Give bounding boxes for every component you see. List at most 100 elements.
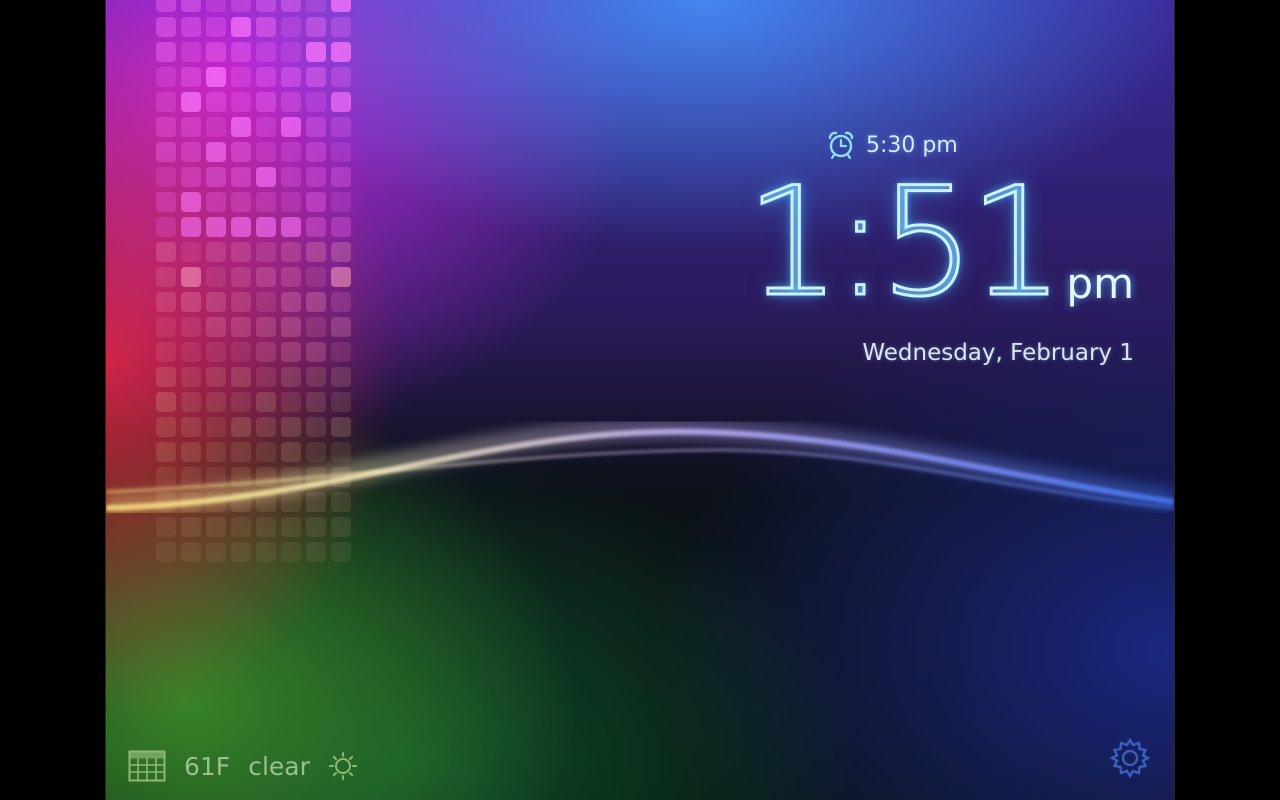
equalizer-tile xyxy=(281,192,301,212)
equalizer-tile xyxy=(306,17,326,37)
gear-icon[interactable] xyxy=(1108,736,1152,780)
clock-ampm: pm xyxy=(1066,259,1134,308)
equalizer-tile xyxy=(281,92,301,112)
equalizer-tile xyxy=(256,342,276,362)
equalizer-tile xyxy=(281,267,301,287)
equalizer-tile xyxy=(256,67,276,87)
equalizer-tile xyxy=(231,242,251,262)
equalizer-tile xyxy=(331,0,351,12)
equalizer-tile xyxy=(181,342,201,362)
equalizer-tile xyxy=(181,167,201,187)
equalizer-tile xyxy=(206,317,226,337)
equalizer-tile xyxy=(156,342,176,362)
weather-condition: clear xyxy=(248,751,310,781)
equalizer-tile xyxy=(331,342,351,362)
equalizer-tile xyxy=(231,217,251,237)
equalizer-tile xyxy=(306,167,326,187)
alarm-time: 5:30 pm xyxy=(866,132,958,158)
equalizer-tile xyxy=(206,67,226,87)
equalizer-tile xyxy=(281,0,301,12)
equalizer-tile xyxy=(331,192,351,212)
equalizer-tile xyxy=(181,0,201,12)
equalizer-tile xyxy=(181,92,201,112)
equalizer-tile xyxy=(206,42,226,62)
equalizer-tile xyxy=(281,117,301,137)
equalizer-tile xyxy=(231,342,251,362)
equalizer-tile xyxy=(156,192,176,212)
equalizer-tile xyxy=(231,117,251,137)
equalizer-tile xyxy=(206,342,226,362)
weather-bar: 61F clear xyxy=(128,750,358,782)
equalizer-tile xyxy=(156,217,176,237)
equalizer-tile xyxy=(181,242,201,262)
equalizer-tile xyxy=(181,292,201,312)
equalizer-tile xyxy=(331,217,351,237)
clock-screen: 5:30 pm 1:51 pm Wednesday, February 1 61… xyxy=(105,0,1175,800)
clock-time: 1:51 xyxy=(744,156,1066,330)
equalizer-tile xyxy=(231,42,251,62)
light-wave xyxy=(106,418,1174,516)
equalizer-tile xyxy=(281,142,301,162)
equalizer-tile xyxy=(256,142,276,162)
equalizer-tile xyxy=(331,317,351,337)
equalizer-tile xyxy=(281,42,301,62)
equalizer-tile xyxy=(181,267,201,287)
equalizer-tile xyxy=(231,142,251,162)
equalizer-tile xyxy=(306,42,326,62)
equalizer-tile xyxy=(206,92,226,112)
equalizer-tile xyxy=(231,192,251,212)
equalizer-tile xyxy=(306,292,326,312)
equalizer-tile xyxy=(331,292,351,312)
equalizer-tile xyxy=(181,117,201,137)
equalizer-tile xyxy=(331,92,351,112)
equalizer-tile xyxy=(331,17,351,37)
equalizer-tile xyxy=(206,167,226,187)
equalizer-tile xyxy=(156,117,176,137)
equalizer-tile xyxy=(331,67,351,87)
equalizer-tile xyxy=(331,142,351,162)
equalizer-tile xyxy=(206,192,226,212)
equalizer-tile xyxy=(281,242,301,262)
equalizer-tile xyxy=(206,267,226,287)
equalizer-tile xyxy=(181,317,201,337)
equalizer-tile xyxy=(206,242,226,262)
equalizer-tile xyxy=(156,67,176,87)
equalizer-tile xyxy=(156,17,176,37)
equalizer-tile xyxy=(306,317,326,337)
equalizer-tile xyxy=(181,42,201,62)
equalizer-tile xyxy=(331,167,351,187)
equalizer-tile xyxy=(306,142,326,162)
equalizer-tile xyxy=(156,42,176,62)
equalizer-tile xyxy=(281,167,301,187)
date-label: Wednesday, February 1 xyxy=(862,340,1134,366)
equalizer-tile xyxy=(306,92,326,112)
equalizer-tile xyxy=(231,17,251,37)
calendar-icon[interactable] xyxy=(128,750,166,782)
equalizer-tile xyxy=(256,242,276,262)
equalizer-tile xyxy=(181,192,201,212)
equalizer-tile xyxy=(156,92,176,112)
equalizer-tile xyxy=(206,217,226,237)
equalizer-tile xyxy=(206,292,226,312)
equalizer-tile xyxy=(206,117,226,137)
equalizer-tile xyxy=(306,117,326,137)
equalizer-tile xyxy=(256,17,276,37)
equalizer-tile xyxy=(256,42,276,62)
equalizer-tile xyxy=(231,292,251,312)
equalizer-tile xyxy=(156,167,176,187)
equalizer-tile xyxy=(331,242,351,262)
equalizer-tile xyxy=(206,142,226,162)
equalizer-tile xyxy=(281,217,301,237)
equalizer-tile xyxy=(281,17,301,37)
equalizer-tile xyxy=(281,342,301,362)
equalizer-tile xyxy=(256,267,276,287)
equalizer-tile xyxy=(256,292,276,312)
equalizer-tile xyxy=(181,17,201,37)
equalizer-tile xyxy=(231,67,251,87)
equalizer-tile xyxy=(231,167,251,187)
equalizer-tile xyxy=(231,92,251,112)
equalizer-tile xyxy=(156,0,176,12)
equalizer-tile xyxy=(181,217,201,237)
equalizer-tile xyxy=(256,0,276,12)
equalizer-tile xyxy=(281,292,301,312)
